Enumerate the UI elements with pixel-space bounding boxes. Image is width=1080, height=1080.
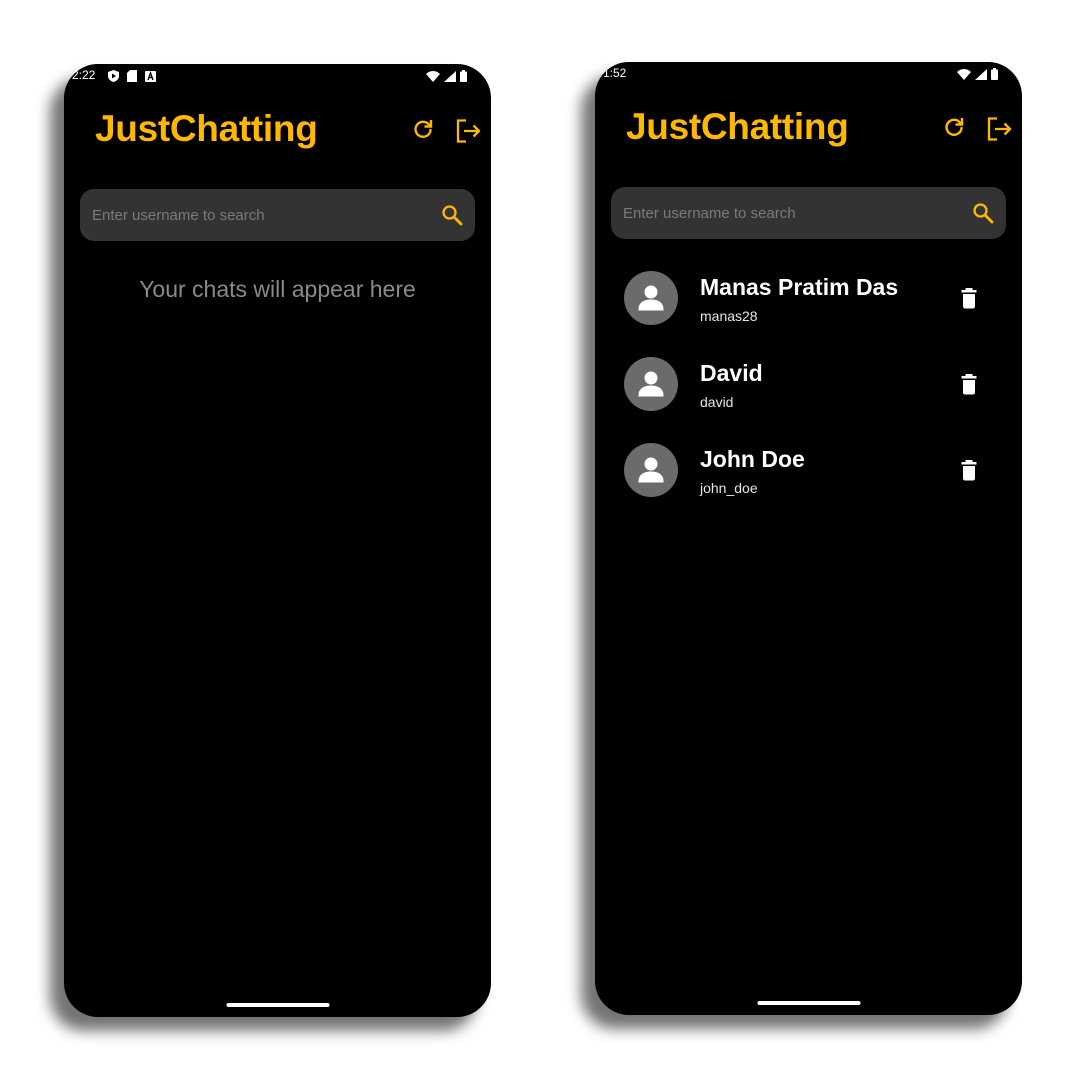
phone-screen-empty: 2:22 JustChatting Enter username to sear… bbox=[64, 64, 491, 1017]
delete-chat-button[interactable] bbox=[959, 373, 979, 395]
chat-contact-name: John Doe bbox=[700, 446, 805, 472]
chat-contact-name: David bbox=[700, 360, 763, 386]
app-title: JustChatting bbox=[626, 106, 849, 147]
delete-chat-button[interactable] bbox=[959, 459, 979, 481]
refresh-button[interactable] bbox=[942, 116, 966, 140]
sd-card-icon bbox=[127, 69, 137, 87]
search-icon bbox=[442, 205, 463, 226]
a-box-icon bbox=[145, 69, 156, 87]
status-bar: 2:22 bbox=[64, 64, 491, 88]
trash-icon bbox=[961, 460, 977, 481]
search-input[interactable] bbox=[90, 189, 425, 241]
delete-chat-button[interactable] bbox=[959, 287, 979, 309]
battery-icon bbox=[991, 67, 998, 85]
chat-list-item[interactable]: John Doe john_doe bbox=[595, 440, 1022, 526]
refresh-icon bbox=[414, 120, 433, 138]
chat-list-item[interactable]: Manas Pratim Das manas28 bbox=[595, 268, 1022, 354]
trash-icon bbox=[961, 288, 977, 309]
wifi-icon bbox=[957, 67, 971, 85]
avatar bbox=[624, 271, 678, 325]
status-bar: 1:52 bbox=[595, 62, 1022, 86]
chat-list: Manas Pratim Das manas28 David david Joh… bbox=[595, 268, 1022, 526]
refresh-icon bbox=[945, 118, 964, 136]
avatar bbox=[624, 443, 678, 497]
logout-icon bbox=[456, 119, 481, 143]
cell-signal-icon bbox=[444, 69, 456, 87]
search-bar bbox=[611, 187, 1006, 239]
battery-icon bbox=[460, 69, 467, 87]
person-avatar-icon bbox=[638, 285, 664, 311]
search-icon bbox=[973, 203, 994, 224]
status-time: 1:52 bbox=[603, 66, 627, 80]
app-title: JustChatting bbox=[95, 108, 318, 149]
avatar bbox=[624, 357, 678, 411]
chat-contact-username: manas28 bbox=[700, 308, 758, 324]
home-indicator[interactable] bbox=[757, 1001, 860, 1005]
search-button[interactable] bbox=[972, 202, 994, 224]
logout-button[interactable] bbox=[986, 116, 1012, 142]
search-input[interactable] bbox=[621, 187, 956, 239]
person-avatar-icon bbox=[638, 457, 664, 483]
empty-chats-message: Your chats will appear here bbox=[139, 276, 416, 302]
logout-icon bbox=[987, 117, 1012, 141]
home-indicator[interactable] bbox=[226, 1003, 329, 1007]
person-avatar-icon bbox=[638, 371, 664, 397]
chat-list-item[interactable]: David david bbox=[595, 354, 1022, 440]
trash-icon bbox=[961, 374, 977, 395]
cell-signal-icon bbox=[975, 67, 987, 85]
logout-button[interactable] bbox=[455, 118, 481, 144]
wifi-icon bbox=[426, 69, 440, 87]
search-bar bbox=[80, 189, 475, 241]
chat-contact-name: Manas Pratim Das bbox=[700, 274, 899, 300]
search-button[interactable] bbox=[441, 204, 463, 226]
shield-play-icon bbox=[108, 69, 119, 87]
chat-contact-username: david bbox=[700, 394, 734, 410]
phone-screen-chats: 1:52 JustChatting Enter username to sear… bbox=[595, 62, 1022, 1015]
status-time: 2:22 bbox=[72, 68, 96, 82]
refresh-button[interactable] bbox=[411, 118, 435, 142]
chat-contact-username: john_doe bbox=[700, 480, 758, 496]
